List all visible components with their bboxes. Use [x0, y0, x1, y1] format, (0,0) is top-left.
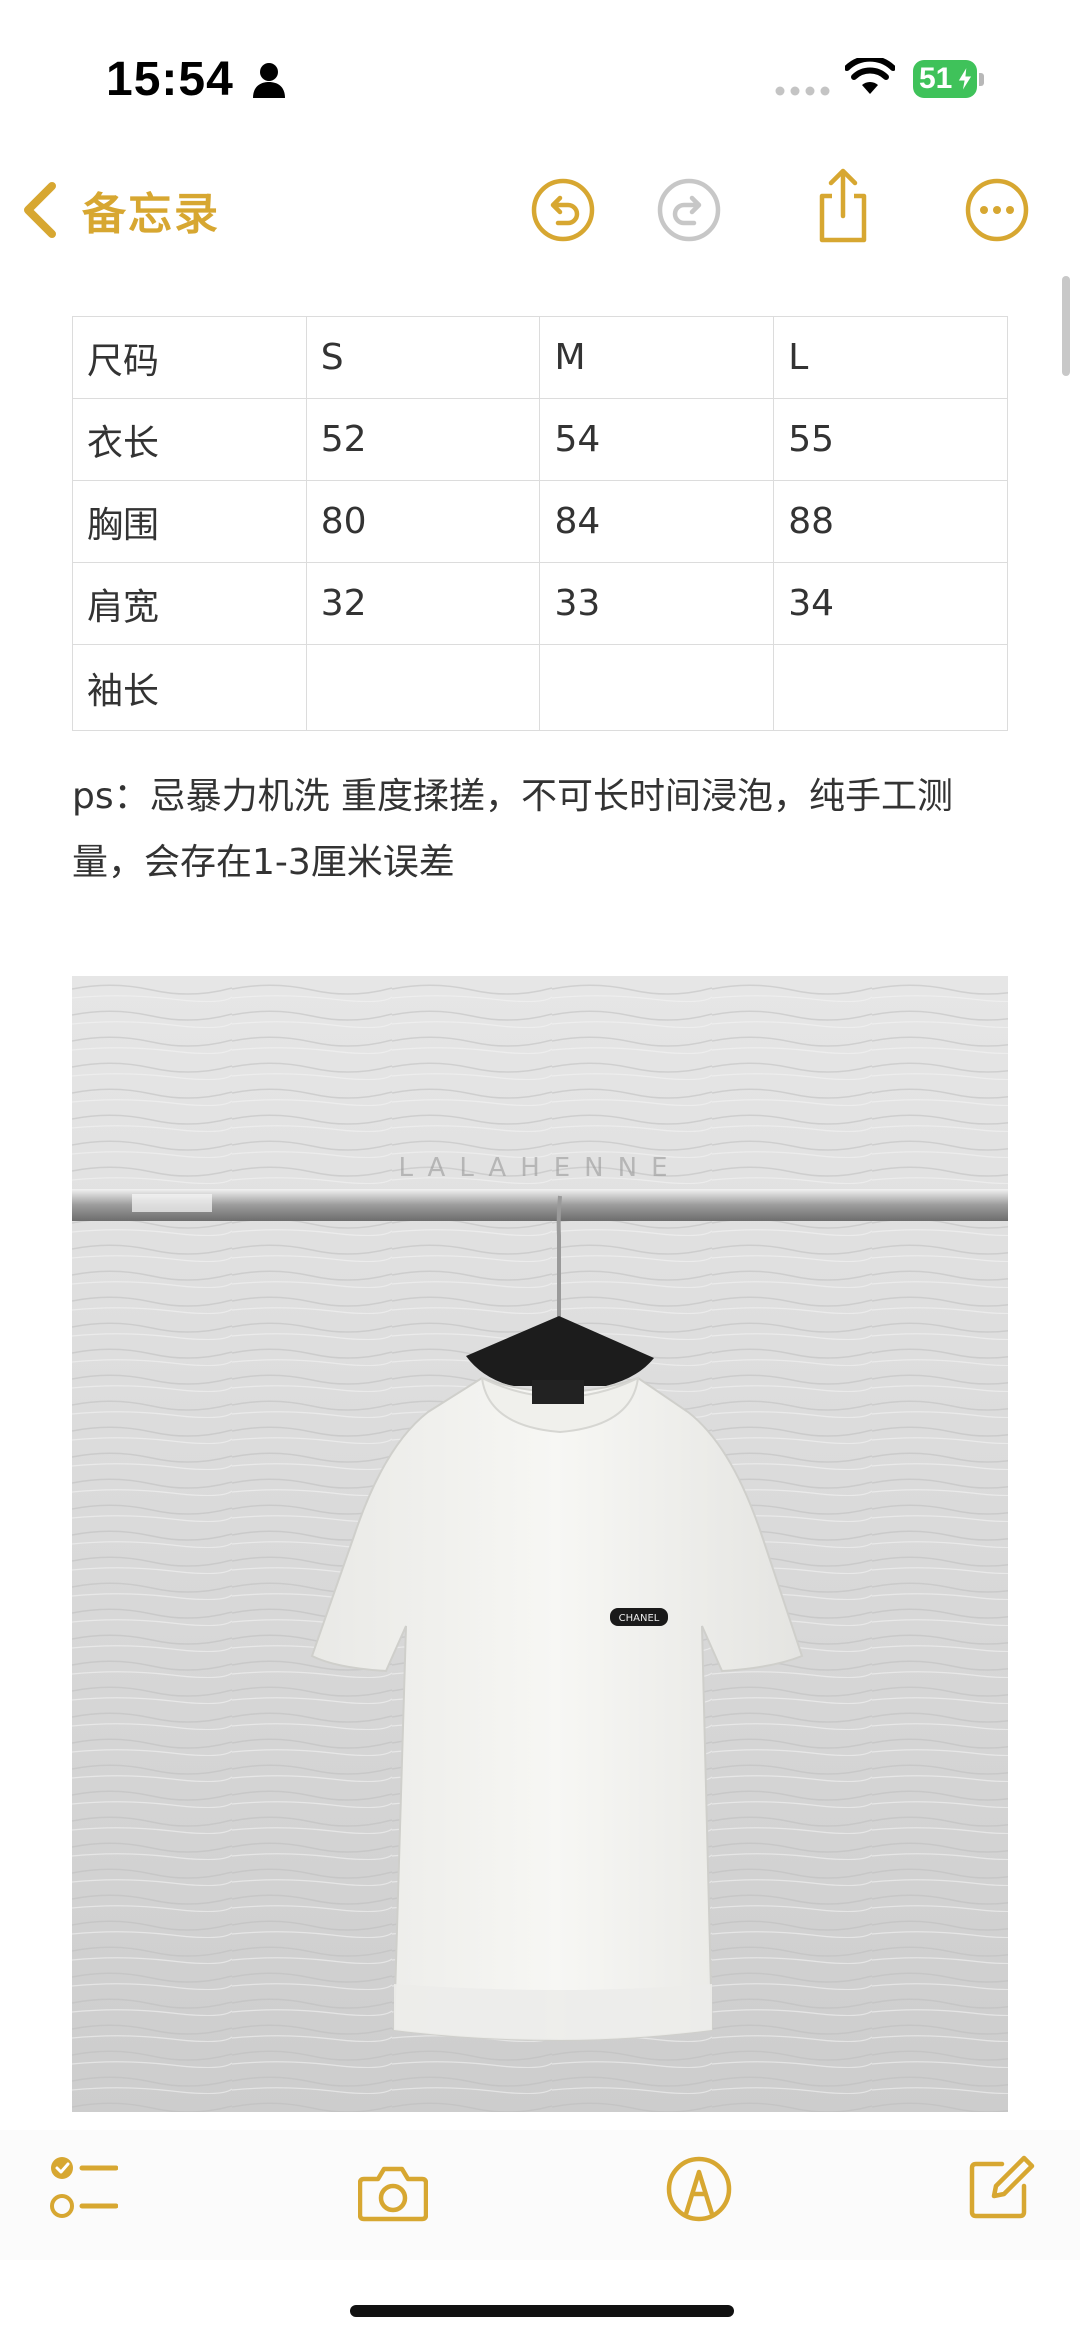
redo-icon[interactable] [656, 177, 722, 243]
table-row: 胸围 80 84 88 [72, 480, 1008, 563]
more-icon[interactable] [964, 177, 1030, 243]
table-cell[interactable]: 尺码 [72, 316, 307, 399]
back-label: 备忘录 [82, 189, 220, 240]
person-icon [253, 63, 285, 98]
table-cell[interactable] [305, 644, 541, 731]
table-cell[interactable]: 55 [773, 398, 1008, 481]
back-button[interactable]: 备忘录 [20, 170, 220, 250]
navigation-bar: 备忘录 [0, 150, 1080, 280]
checklist-icon[interactable] [48, 2154, 118, 2224]
note-paragraph[interactable]: ps：忌暴力机洗 重度揉搓，不可长时间浸泡，纯手工测量，会存在1-3厘米误差 [72, 764, 1012, 896]
table-cell[interactable]: 33 [539, 562, 775, 645]
charging-bolt-icon [957, 66, 973, 92]
table-row: 肩宽 32 33 34 [72, 562, 1008, 645]
table-cell[interactable]: M [539, 316, 775, 399]
home-indicator[interactable] [350, 2305, 734, 2317]
table-row: 尺码 S M L [72, 316, 1008, 399]
table-cell[interactable]: 54 [539, 398, 775, 481]
table-cell[interactable]: 88 [773, 480, 1008, 563]
table-cell[interactable]: 袖长 [72, 644, 307, 731]
status-time: 15:54 [106, 53, 234, 106]
battery-indicator: 51 [913, 60, 985, 98]
table-cell[interactable]: 84 [539, 480, 775, 563]
table-cell[interactable]: 胸围 [72, 480, 307, 563]
status-bar: 15:54 51 [0, 0, 1080, 150]
table-row: 衣长 52 54 55 [72, 398, 1008, 481]
size-table: 尺码 S M L 衣长 52 54 55 胸围 80 84 88 肩宽 32 3… [72, 316, 1008, 731]
table-cell[interactable] [539, 644, 775, 731]
bottom-toolbar [0, 2130, 1080, 2260]
table-cell[interactable] [773, 644, 1008, 731]
table-cell[interactable]: 肩宽 [72, 562, 307, 645]
table-cell[interactable]: L [773, 316, 1008, 399]
battery-level: 51 [919, 62, 953, 95]
table-cell[interactable]: 32 [305, 562, 541, 645]
undo-icon[interactable] [530, 177, 596, 243]
share-icon[interactable] [810, 168, 876, 244]
product-photo[interactable]: LALAHENNE CHANEL [72, 976, 1008, 2112]
watermark-text: LALAHENNE [398, 1153, 681, 1183]
table-cell[interactable]: 52 [305, 398, 541, 481]
camera-icon[interactable] [358, 2158, 428, 2228]
back-chevron-icon [24, 182, 56, 238]
table-cell[interactable]: 衣长 [72, 398, 307, 481]
cellular-signal-icon [775, 86, 830, 96]
table-cell[interactable]: S [305, 316, 541, 399]
markup-icon[interactable] [664, 2154, 734, 2224]
table-cell[interactable]: 34 [773, 562, 1008, 645]
table-row: 袖长 [72, 644, 1008, 731]
wifi-icon [845, 58, 895, 94]
badge-text: CHANEL [619, 1613, 660, 1624]
scroll-indicator[interactable] [1062, 276, 1070, 376]
compose-icon[interactable] [966, 2152, 1036, 2222]
table-cell[interactable]: 80 [305, 480, 541, 563]
